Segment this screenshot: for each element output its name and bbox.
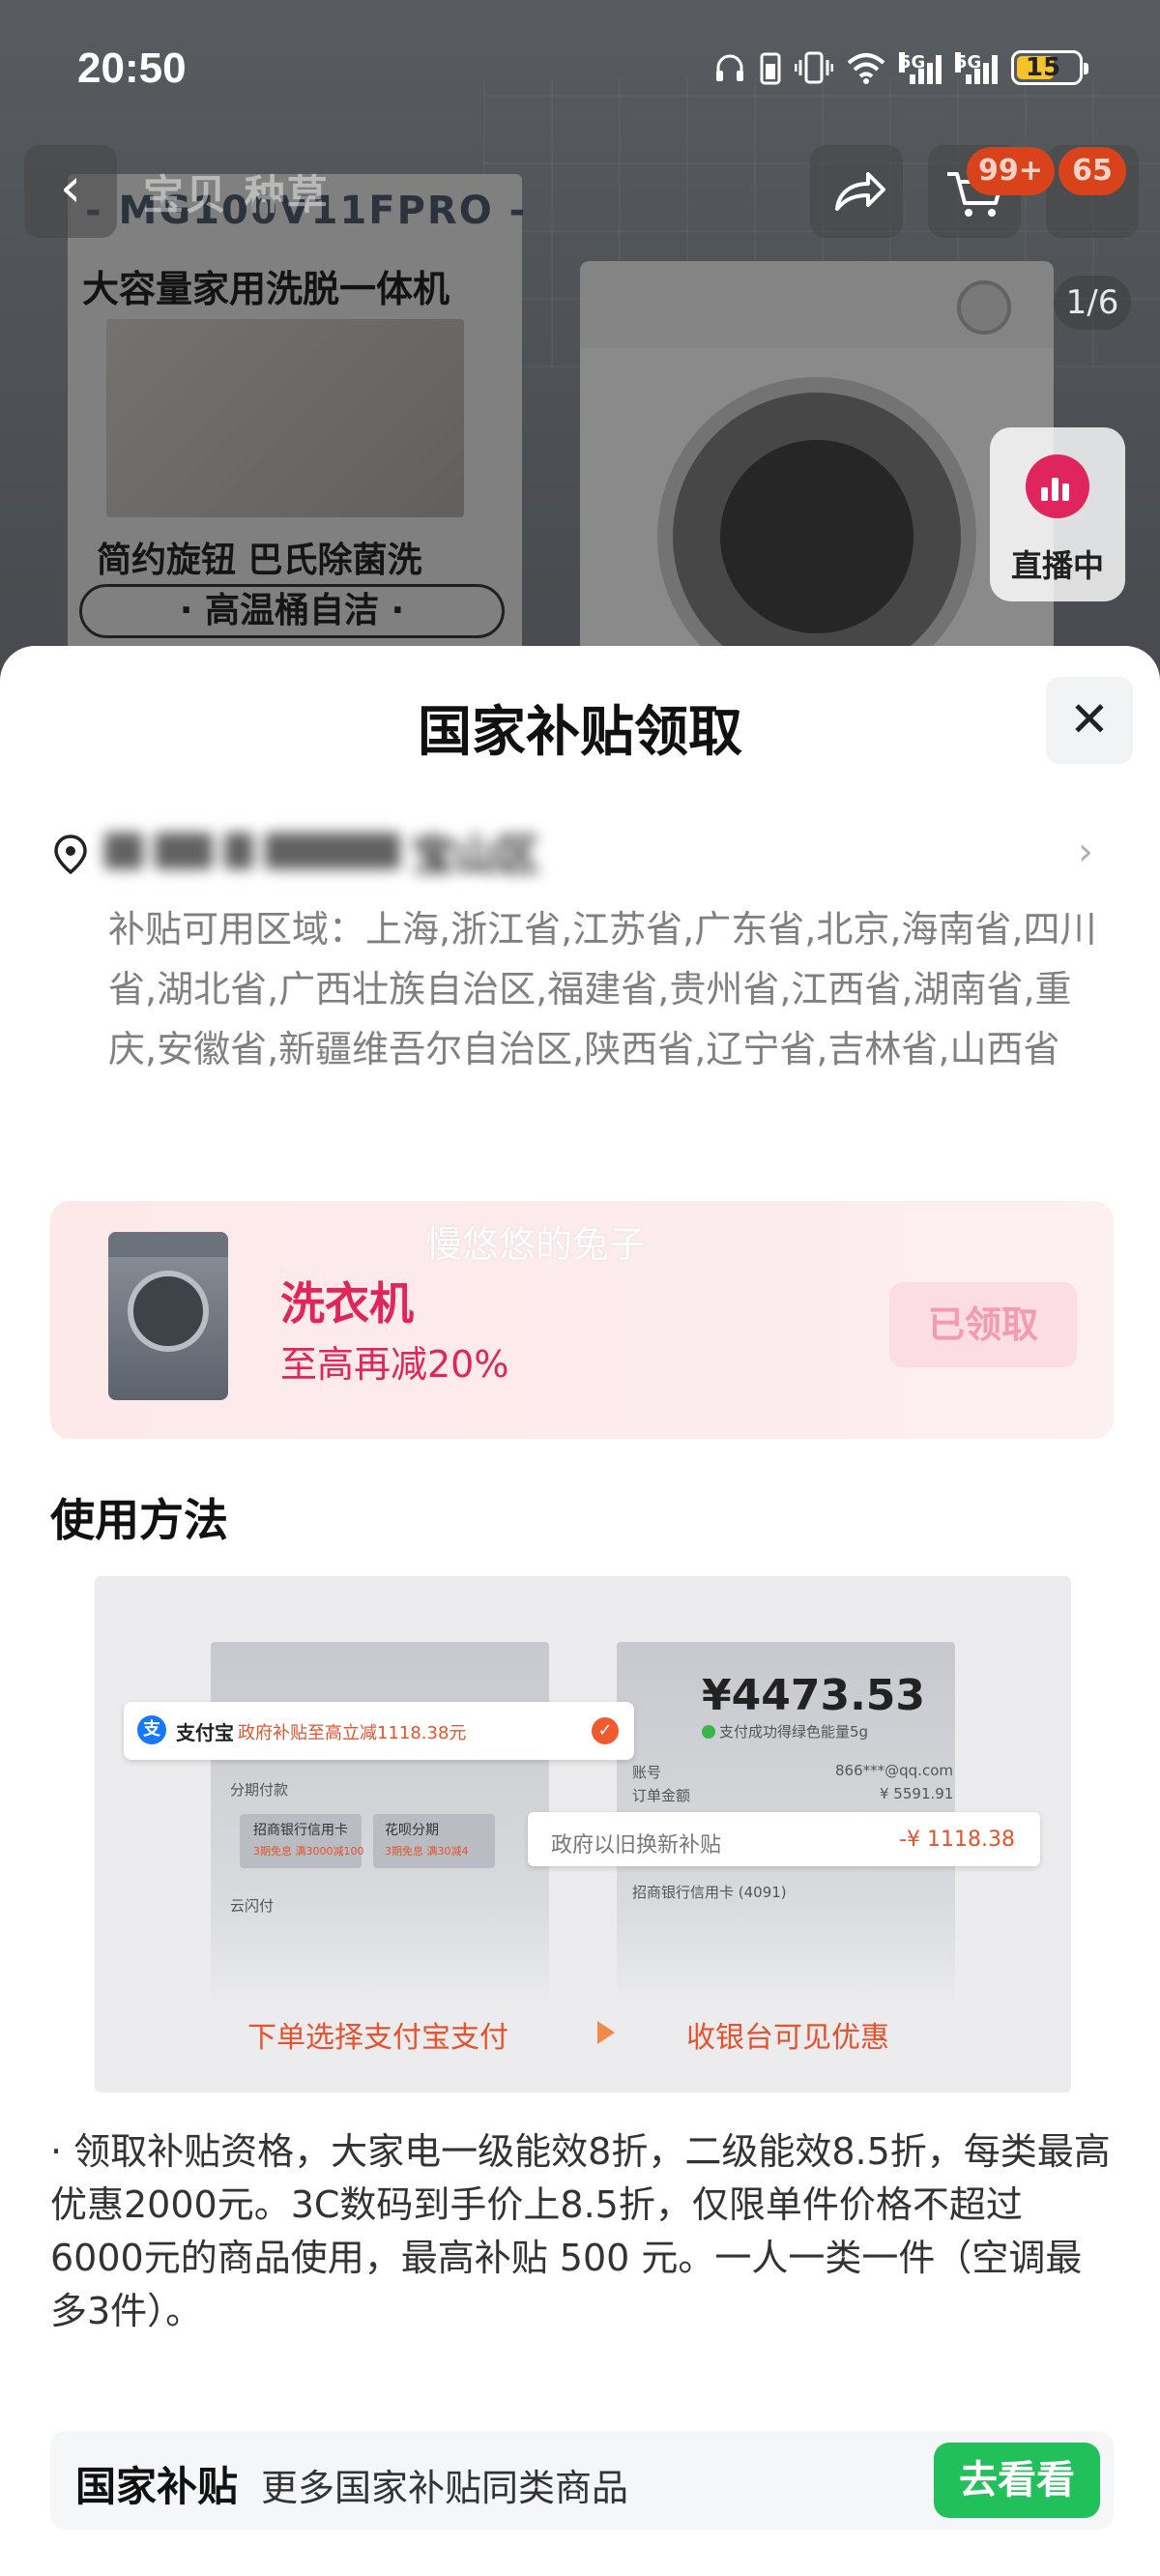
subsidy-sheet: 国家补贴领取 ✕ 宝山区 › 补贴可用区域：上海,浙江省,江苏省,广东省,北京,… — [0, 646, 1160, 2576]
more-subsidy-products-bar[interactable]: 国家补贴 更多国家补贴同类商品 去看看 — [50, 2431, 1114, 2530]
chevron-right-icon[interactable]: › — [1078, 830, 1093, 874]
user-watermark: 慢悠悠的兔子 — [425, 1223, 647, 1266]
guide-cloud-pay: 云闪付 — [230, 1897, 275, 1915]
modal-overlay[interactable] — [0, 0, 1160, 735]
image-page-indicator: 1/6 — [1054, 276, 1131, 330]
guide-amount: ¥4473.53 — [702, 1671, 926, 1720]
coupon-category: 洗衣机 — [280, 1277, 414, 1330]
check-icon: ✓ — [592, 1717, 619, 1744]
subsidy-rules-text: · 领取补贴资格，大家电一级能效8折，二级能效8.5折，每类最高优惠2000元。… — [50, 2130, 1111, 2332]
phone-battery-icon — [760, 52, 781, 85]
cart-count-badge: 99+ — [967, 147, 1055, 195]
live-bars-icon — [1041, 472, 1076, 501]
guide-huabei-sub: 3期免息 满30减4 — [385, 1845, 469, 1858]
coupon-discount: 至高再减20% — [280, 1343, 509, 1386]
live-label: 直播中 — [1010, 547, 1104, 584]
guide-step-1: 下单选择支付宝支付 — [247, 2021, 508, 2055]
subsidy-tag: 国家补贴 — [75, 2463, 239, 2510]
battery-icon: 15 — [1011, 50, 1088, 85]
close-button[interactable]: ✕ — [1046, 677, 1133, 764]
chevron-left-icon: ‹ — [59, 157, 82, 220]
share-icon — [835, 172, 885, 211]
signal-icon: 5G — [899, 51, 942, 84]
back-button[interactable]: ‹ — [24, 145, 117, 238]
subsidy-region-text: 补贴可用区域：上海,浙江省,江苏省,广东省,北京,海南省,四川省,湖北省,广西壮… — [108, 908, 1097, 1070]
battery-level: 15 — [1025, 53, 1061, 82]
status-bar: 20:50 5G 5G 15 — [0, 39, 1160, 106]
address-district: 宝山区 — [412, 831, 539, 880]
more-products-text: 更多国家补贴同类商品 — [261, 2467, 629, 2509]
guide-installment: 分期付款 — [230, 1781, 289, 1799]
usage-guide-image: 分期付款 招商银行信用卡 3期免息 满3000减100 花呗分期 3期免息 满3… — [95, 1576, 1071, 2093]
share-button[interactable] — [810, 145, 903, 238]
guide-bank-card: 招商银行信用卡 — [253, 1823, 348, 1838]
leaf-icon — [702, 1725, 715, 1739]
close-icon: ✕ — [1069, 691, 1110, 747]
guide-bank-line: 招商银行信用卡 (4091) — [632, 1884, 787, 1901]
claimed-button[interactable]: 已领取 — [889, 1282, 1077, 1367]
guide-alipay-option: 支 支付宝 政府补贴至高立减1118.38元 ✓ — [124, 1702, 634, 1760]
guide-bank-card-sub: 3期免息 满3000减100 — [253, 1845, 364, 1858]
wifi-icon — [847, 53, 885, 84]
alipay-icon: 支 — [137, 1715, 166, 1744]
guide-subsidy-row: 政府以旧换新补贴 -¥ 1118.38 — [528, 1812, 1040, 1866]
go-see-button[interactable]: 去看看 — [934, 2443, 1100, 2518]
guide-huabei: 花呗分期 — [385, 1823, 439, 1838]
signal-icon: 5G — [955, 51, 998, 84]
status-time: 20:50 — [77, 44, 187, 92]
headphones-icon — [716, 54, 743, 81]
delivery-address[interactable]: 宝山区 — [104, 822, 617, 880]
arrow-right-icon — [597, 2021, 615, 2044]
sheet-title: 国家补贴领取 — [418, 701, 742, 764]
location-pin-icon — [54, 834, 87, 874]
status-icons: 5G 5G 15 — [713, 50, 1088, 85]
usage-section-title: 使用方法 — [50, 1494, 228, 1546]
guide-amount-sub: 支付成功得绿色能量5g — [702, 1721, 868, 1742]
product-page-background: - MG100V11FPRO - 大容量家用洗脱一体机 简约旋钮 巴氏除菌洗 ·… — [0, 0, 1160, 735]
top-tabs[interactable]: 宝贝 种草 — [143, 162, 330, 221]
message-count-badge: 65 — [1058, 147, 1126, 195]
vibrate-icon — [795, 51, 833, 84]
guide-step-2: 收银台可见优惠 — [686, 2021, 889, 2055]
